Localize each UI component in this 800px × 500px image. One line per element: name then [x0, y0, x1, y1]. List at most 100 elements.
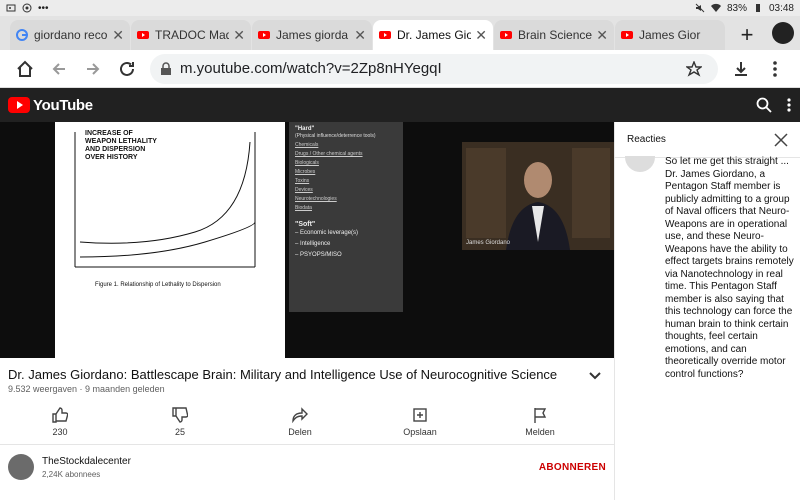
slide-list-item: Biodata: [295, 205, 312, 211]
battery-icon: [755, 4, 760, 12]
forward-arrow-icon: [87, 62, 100, 75]
reload-button[interactable]: [110, 52, 144, 86]
download-button[interactable]: [724, 52, 758, 86]
address-bar[interactable]: m.youtube.com/watch?v=2Zp8nHYegqI: [150, 53, 718, 84]
video-title[interactable]: Dr. James Giordano: Battlescape Brain: M…: [8, 367, 578, 382]
dislike-button[interactable]: 25: [120, 402, 240, 442]
reload-icon: [120, 61, 134, 76]
thumbs-up-icon: [52, 407, 68, 423]
wifi-icon: [710, 3, 721, 13]
back-arrow-icon: [52, 62, 65, 75]
slide-text: "Hard" (Physical influence/deterrence to…: [289, 122, 403, 312]
lock-icon: [161, 61, 171, 75]
browser-toolbar: m.youtube.com/watch?v=2Zp8nHYegqI: [0, 50, 800, 88]
slide-soft-title: "Soft": [295, 221, 316, 228]
home-icon: [17, 60, 33, 77]
youtube-logo[interactable]: YouTube: [8, 97, 93, 114]
speaker-silhouette: [462, 142, 614, 250]
tab-close-icon[interactable]: ✕: [475, 27, 487, 44]
thumbs-down-icon: [172, 407, 188, 423]
tab-close-icon[interactable]: ✕: [112, 27, 124, 44]
tab-close-icon[interactable]: ✕: [233, 27, 245, 44]
divider: [0, 444, 614, 445]
channel-text: TheStockdalecenter 2,24K abonnees: [42, 456, 131, 479]
tab-title: giordano reco: [34, 28, 108, 42]
speaker-webcam: James Giordano: [462, 142, 614, 250]
channel-name[interactable]: TheStockdalecenter: [42, 456, 131, 467]
comment-avatar[interactable]: [625, 156, 655, 172]
share-label: Delen: [288, 427, 312, 437]
slide-list-item: – Intelligence: [295, 241, 331, 247]
tab-brain-science[interactable]: Brain Science ✕: [494, 20, 614, 50]
search-icon[interactable]: [756, 97, 772, 113]
avatar[interactable]: [8, 454, 34, 480]
report-label: Melden: [525, 427, 555, 437]
mute-icon: [695, 3, 705, 13]
tab-title: TRADOC Mad: [155, 28, 230, 42]
photo-notification-icon: [6, 4, 16, 12]
incognito-icon[interactable]: [772, 22, 794, 44]
new-tab-button[interactable]: +: [732, 20, 762, 50]
slide-hard-list: Chemicals Drugs / Other chemical agents …: [295, 141, 397, 213]
battery-level: 83%: [726, 2, 747, 14]
video-info: Dr. James Giordano: Battlescape Brain: M…: [0, 358, 614, 500]
slide-chart-graphic: [74, 132, 256, 268]
slide-list-item: Toxins: [295, 178, 310, 184]
google-icon: [16, 29, 28, 41]
tab-title: Dr. James Gio: [397, 28, 472, 42]
share-button[interactable]: Delen: [240, 402, 360, 442]
save-label: Opslaan: [403, 427, 437, 437]
tab-close-icon[interactable]: ✕: [596, 27, 608, 44]
youtube-icon: [621, 31, 633, 39]
video-player[interactable]: INCREASE OF WEAPON LETHALITY AND DISPERS…: [0, 122, 614, 358]
tab-title: Brain Science: [518, 28, 593, 42]
report-button[interactable]: Melden: [480, 402, 600, 442]
chevron-down-icon[interactable]: [586, 367, 604, 385]
tab-dr-james-giordano[interactable]: Dr. James Gio ✕: [373, 20, 493, 50]
slide-list-item: – PSYOPS/MISO: [295, 252, 342, 258]
dislike-count: 25: [174, 427, 185, 437]
slide-figure-caption: Figure 1. Relationship of Lethality to D…: [95, 282, 221, 288]
close-icon[interactable]: [774, 132, 788, 147]
webcam-speaker-name: James Giordano: [466, 240, 511, 246]
slide-list-item: Drugs / Other chemical agents: [295, 151, 363, 157]
star-icon: [686, 60, 702, 77]
slide-hard-sub: (Physical influence/deterrence tools): [295, 133, 376, 139]
subscriber-count: 2,24K abonnees: [42, 469, 101, 479]
slide-chart: INCREASE OF WEAPON LETHALITY AND DISPERS…: [55, 122, 285, 358]
tab-tradoc[interactable]: TRADOC Mad ✕: [131, 20, 251, 50]
share-icon: [292, 407, 308, 423]
youtube-icon: [258, 31, 270, 39]
like-count: 230: [52, 427, 68, 437]
tab-close-icon[interactable]: ✕: [354, 27, 366, 44]
tab-james-gior[interactable]: James Gior: [615, 20, 725, 50]
menu-button[interactable]: [758, 52, 792, 86]
chrome-notification-icon: [22, 3, 32, 13]
slide-list-item: Devices: [295, 187, 313, 193]
home-button[interactable]: [8, 52, 42, 86]
tab-giordano-reco[interactable]: giordano reco ✕: [10, 20, 130, 50]
back-button[interactable]: [42, 52, 76, 86]
forward-button[interactable]: [76, 52, 110, 86]
bookmark-button[interactable]: [680, 55, 708, 83]
tab-title: James giorda: [276, 28, 349, 42]
like-button[interactable]: 230: [0, 402, 120, 442]
slide-list-item: Neurotechnologies: [295, 196, 337, 202]
slide-list-item: Chemicals: [295, 142, 319, 148]
comments-panel: Reacties So let me get this straight ...…: [614, 122, 800, 500]
comments-title: Reacties: [627, 134, 666, 145]
action-bar: 230 25 Delen Opslaan Melden: [0, 402, 614, 442]
save-button[interactable]: Opslaan: [360, 402, 480, 442]
youtube-play-icon: [8, 97, 30, 113]
youtube-wordmark: YouTube: [33, 96, 93, 114]
status-bar: ••• 83% 03:48: [0, 0, 800, 16]
youtube-header: YouTube: [0, 88, 800, 122]
video-meta: 9.532 weergaven · 9 maanden geleden: [8, 384, 165, 394]
subscribe-button[interactable]: ABONNEREN: [539, 462, 606, 473]
slide-list-item: Biologicals: [295, 160, 319, 166]
tab-james-giorda[interactable]: James giorda ✕: [252, 20, 372, 50]
url-text[interactable]: m.youtube.com/watch?v=2Zp8nHYegqI: [180, 60, 680, 77]
add-to-playlist-icon: [413, 408, 427, 422]
slide-list-item: – Economic leverage(s): [295, 230, 359, 236]
more-options-icon[interactable]: [786, 97, 792, 113]
